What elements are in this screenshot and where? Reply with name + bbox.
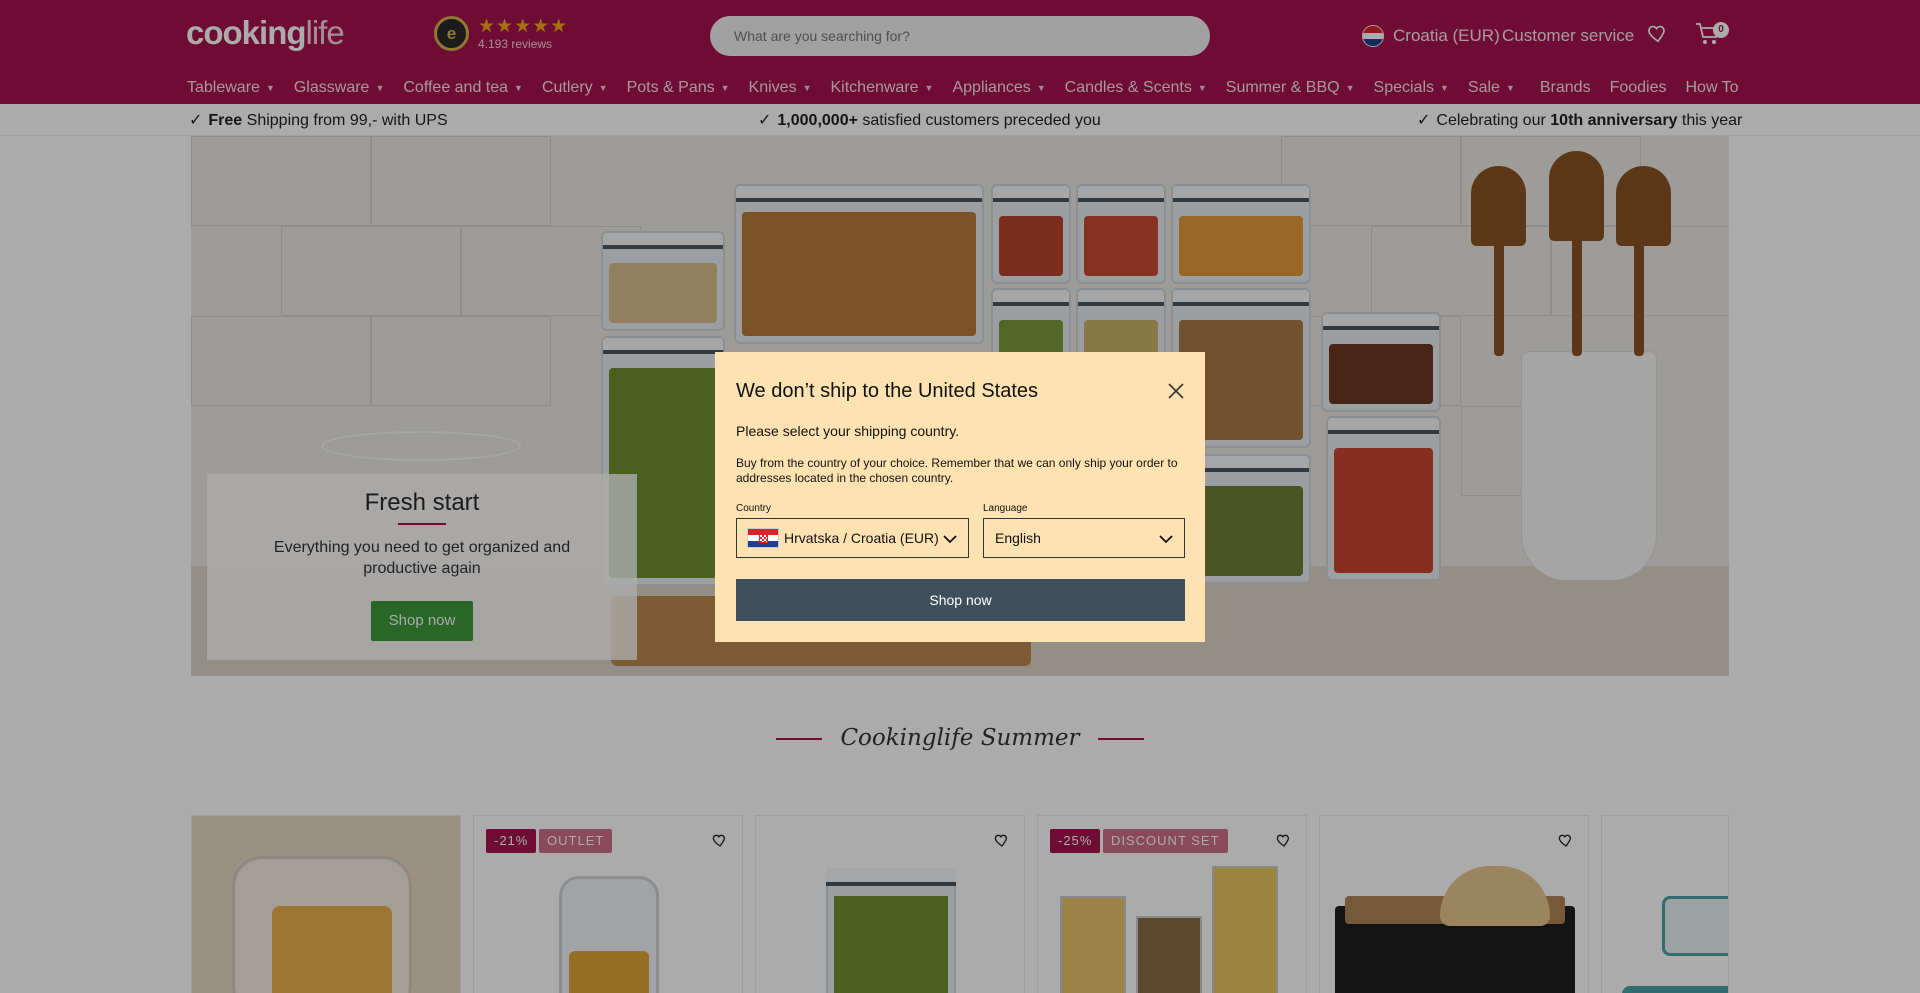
modal-subtitle: Please select your shipping country.	[736, 423, 960, 439]
shipping-country-modal: We don’t ship to the United States Pleas…	[715, 352, 1205, 642]
language-field-label: Language	[983, 503, 1028, 514]
chevron-down-icon	[1159, 535, 1173, 544]
croatia-flag-icon	[747, 528, 779, 548]
country-select-value: Hrvatska / Croatia (EUR)	[784, 530, 939, 546]
modal-description: Buy from the country of your choice. Rem…	[736, 456, 1178, 485]
country-select[interactable]: Hrvatska / Croatia (EUR)	[736, 518, 969, 558]
chevron-down-icon	[943, 535, 957, 544]
country-field-label: Country	[736, 503, 772, 514]
language-select[interactable]: English	[983, 518, 1185, 558]
modal-shop-now-button[interactable]: Shop now	[736, 579, 1185, 621]
modal-title: We don’t ship to the United States	[736, 380, 1039, 402]
language-select-value: English	[995, 530, 1041, 546]
close-icon[interactable]	[1166, 381, 1186, 401]
